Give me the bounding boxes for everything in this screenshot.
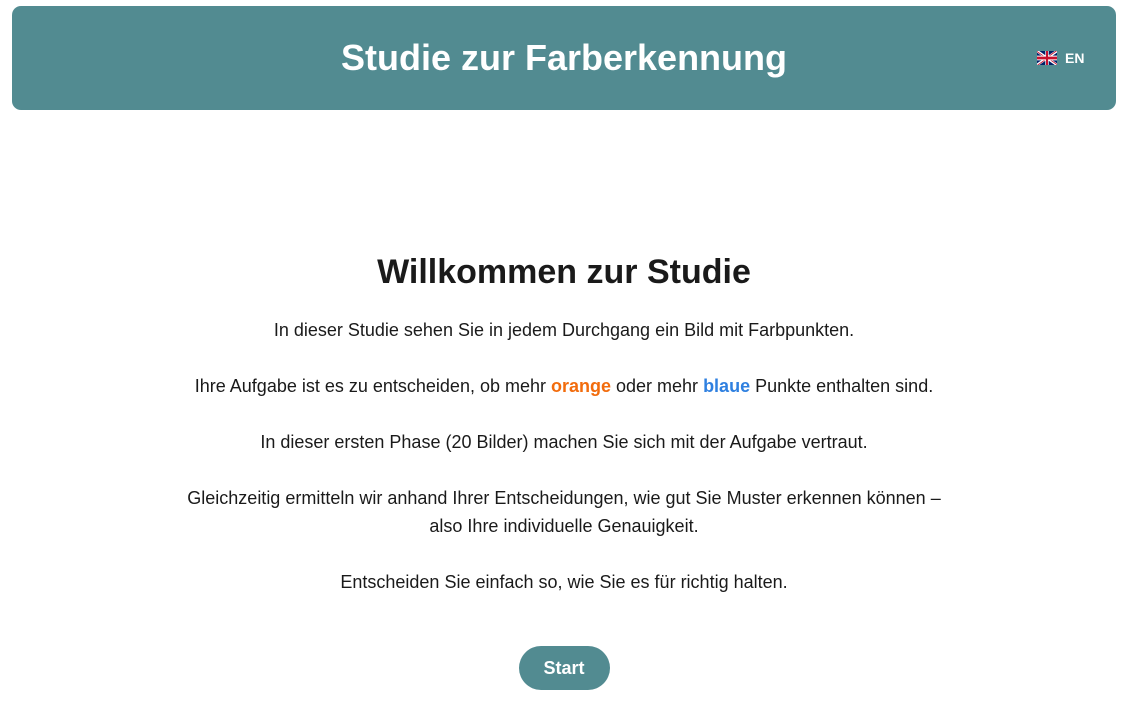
task-paragraph: Ihre Aufgabe ist es zu entscheiden, ob m… [0, 372, 1128, 400]
language-switch[interactable]: EN [1037, 48, 1084, 68]
blue-keyword: blaue [703, 376, 751, 396]
orange-keyword: orange [551, 376, 612, 396]
task-text-after: Punkte enthalten sind. [750, 376, 934, 396]
intro-paragraph: In dieser Studie sehen Sie in jedem Durc… [273, 320, 855, 340]
header-title: Studie zur Farberkennung [340, 37, 788, 78]
uk-flag-icon [1037, 51, 1057, 65]
instruction-paragraph: Entscheiden Sie einfach so, wie Sie es f… [340, 572, 788, 592]
start-button[interactable]: Start [518, 646, 610, 690]
phase-paragraph: In dieser ersten Phase (20 Bilder) mache… [260, 432, 868, 452]
language-label: EN [1065, 50, 1085, 66]
welcome-heading: Willkommen zur Studie [377, 253, 751, 291]
task-text-before: Ihre Aufgabe ist es zu entscheiden, ob m… [194, 376, 551, 396]
accuracy-paragraph: Gleichzeitig ermitteln wir anhand Ihrer … [187, 488, 941, 536]
page-header: Studie zur Farberkennung EN [12, 6, 1116, 110]
welcome-section: Willkommen zur Studie In dieser Studie s… [0, 250, 1128, 690]
task-text-middle: oder mehr [611, 376, 704, 396]
